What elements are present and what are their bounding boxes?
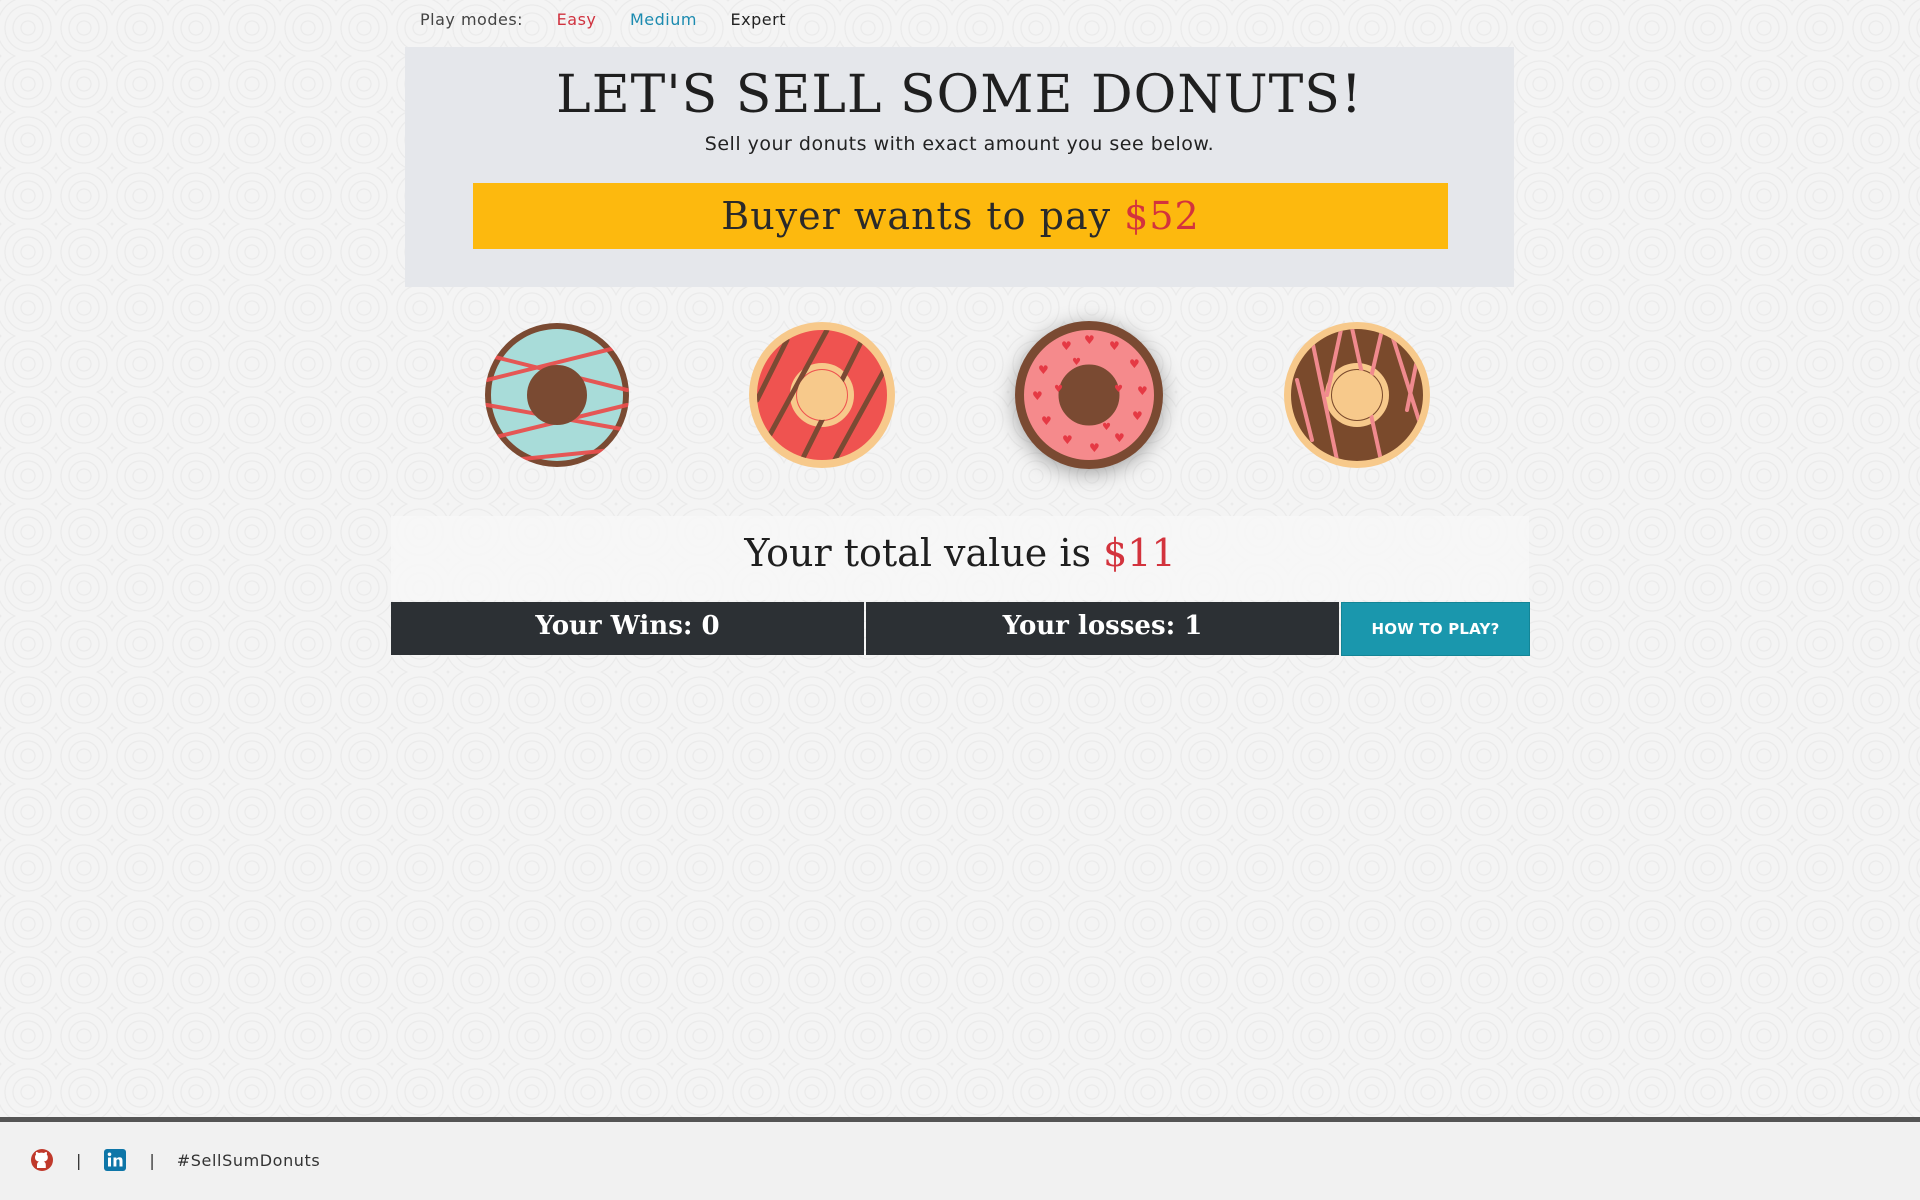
footer: | | #SellSumDonuts — [0, 1117, 1920, 1200]
losses-counter: Your losses: 1 — [866, 602, 1339, 655]
svg-text:♥: ♥ — [1114, 431, 1125, 445]
svg-text:♥: ♥ — [1109, 339, 1120, 353]
svg-text:♥: ♥ — [1084, 333, 1095, 347]
donut-row: ♥ ♥ ♥ ♥ ♥ ♥ ♥ ♥ ♥ ♥ ♥ ♥ ♥ ♥ ♥ ♥ — [482, 320, 1442, 490]
buyer-amount: $52 — [1124, 194, 1200, 238]
mode-expert-link[interactable]: Expert — [731, 10, 786, 29]
donut-pink-hearts[interactable]: ♥ ♥ ♥ ♥ ♥ ♥ ♥ ♥ ♥ ♥ ♥ ♥ ♥ ♥ ♥ ♥ — [1014, 320, 1164, 470]
svg-text:♥: ♥ — [1061, 339, 1072, 353]
svg-text:♥: ♥ — [1102, 422, 1111, 433]
page-subtitle: Sell your donuts with exact amount you s… — [704, 133, 1215, 155]
svg-text:♥: ♥ — [1072, 357, 1081, 368]
buyer-request-bar: Buyer wants to pay $52 — [473, 183, 1448, 249]
total-box: Your total value is $11 — [391, 516, 1529, 600]
svg-text:♥: ♥ — [1062, 433, 1073, 447]
mode-medium-link[interactable]: Medium — [630, 10, 697, 29]
donut-mint[interactable] — [482, 320, 632, 470]
footer-separator: | — [149, 1150, 155, 1170]
page-title: LET'S SELL SOME DONUTS! — [556, 65, 1363, 125]
svg-text:♥: ♥ — [1089, 441, 1100, 455]
total-label: Your total value is — [744, 531, 1104, 575]
donut-strawberry[interactable] — [747, 320, 897, 470]
svg-text:♥: ♥ — [1041, 414, 1052, 428]
donut-chocolate[interactable] — [1282, 320, 1432, 470]
linkedin-icon[interactable] — [103, 1148, 127, 1172]
wins-counter: Your Wins: 0 — [391, 602, 864, 655]
svg-text:♥: ♥ — [1032, 389, 1043, 403]
mode-easy-link[interactable]: Easy — [557, 10, 597, 29]
github-icon[interactable] — [30, 1148, 54, 1172]
strawberry-donut-icon — [749, 322, 895, 468]
mint-donut-icon — [485, 323, 629, 467]
stats-bar: Your Wins: 0 Your losses: 1 HOW TO PLAY? — [391, 602, 1530, 656]
svg-text:♥: ♥ — [1054, 384, 1063, 395]
svg-text:♥: ♥ — [1132, 409, 1143, 423]
play-modes-label: Play modes: — [420, 10, 524, 29]
svg-text:♥: ♥ — [1137, 384, 1148, 398]
buyer-request-text: Buyer wants to pay — [721, 194, 1125, 238]
how-to-play-button[interactable]: HOW TO PLAY? — [1341, 602, 1530, 656]
svg-text:♥: ♥ — [1038, 363, 1049, 377]
footer-separator: | — [76, 1150, 82, 1170]
pink-hearts-donut-icon: ♥ ♥ ♥ ♥ ♥ ♥ ♥ ♥ ♥ ♥ ♥ ♥ ♥ ♥ ♥ ♥ — [1015, 321, 1163, 469]
play-modes: Play modes: Easy Medium Expert — [420, 10, 814, 29]
hashtag-text: #SellSumDonuts — [176, 1150, 321, 1170]
svg-text:♥: ♥ — [1114, 384, 1123, 395]
total-value-text: Your total value is $11 — [391, 531, 1529, 575]
header-card: LET'S SELL SOME DONUTS! Sell your donuts… — [405, 47, 1514, 287]
total-amount: $11 — [1103, 531, 1176, 575]
chocolate-donut-icon — [1284, 322, 1430, 468]
svg-text:♥: ♥ — [1129, 357, 1140, 371]
